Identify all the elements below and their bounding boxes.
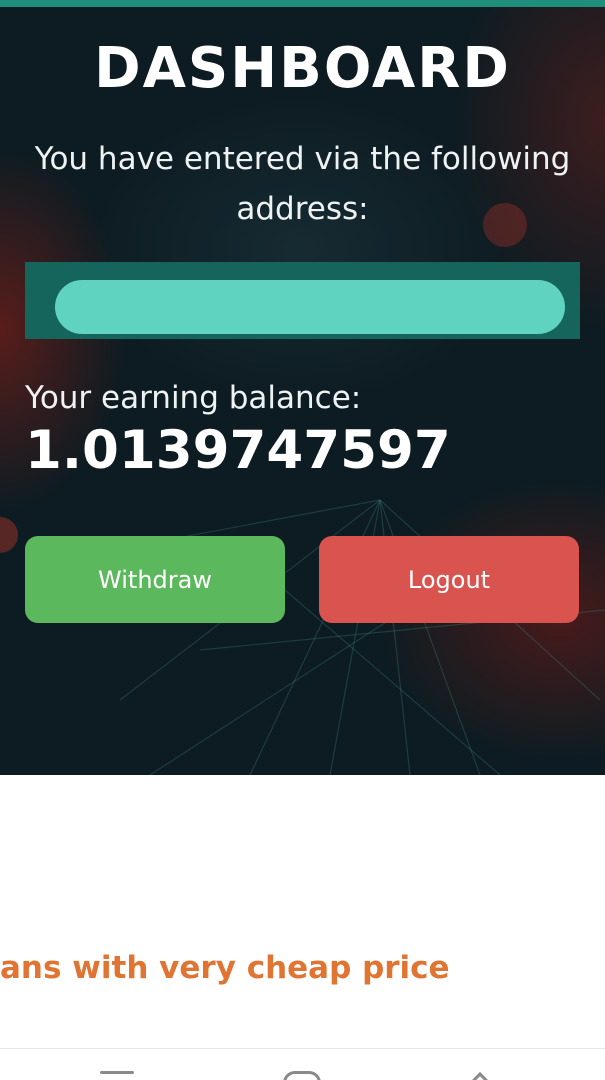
withdraw-button[interactable]: Withdraw xyxy=(25,536,285,623)
logout-button[interactable]: Logout xyxy=(319,536,579,623)
home-icon[interactable] xyxy=(283,1071,321,1080)
back-icon[interactable] xyxy=(463,1072,497,1080)
address-redaction-mark xyxy=(55,280,565,334)
dashboard-hero: DASHBOARD You have entered via the follo… xyxy=(0,0,605,775)
menu-icon[interactable] xyxy=(100,1071,134,1074)
address-caption: You have entered via the following addre… xyxy=(34,141,571,227)
system-nav-bar xyxy=(0,1049,605,1080)
top-accent-stripe xyxy=(0,0,605,7)
balance-label: Your earning balance: xyxy=(25,380,362,416)
balance-value: 1.0139747597 xyxy=(25,420,451,481)
promo-text: ans with very cheap price xyxy=(0,950,450,986)
address-display xyxy=(25,262,580,339)
page-title: DASHBOARD xyxy=(94,36,511,101)
